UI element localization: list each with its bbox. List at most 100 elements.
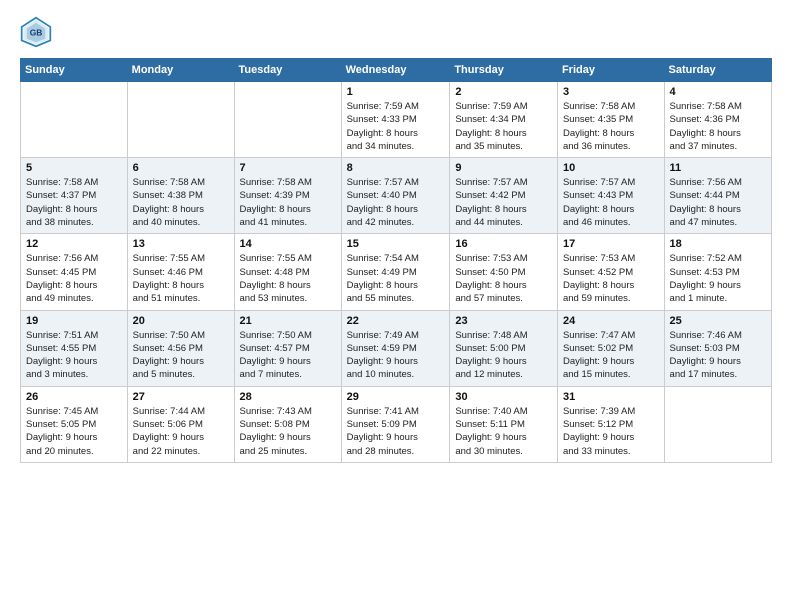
day-number: 14 xyxy=(240,238,336,250)
day-number: 4 xyxy=(670,86,766,98)
empty-cell xyxy=(234,82,341,158)
day-number: 8 xyxy=(347,162,445,174)
day-number: 25 xyxy=(670,315,766,327)
day-cell-1: 1 Sunrise: 7:59 AM Sunset: 4:33 PM Daylig… xyxy=(341,82,450,158)
day-number: 24 xyxy=(563,315,659,327)
day-info: Sunrise: 7:44 AM Sunset: 5:06 PM Dayligh… xyxy=(133,405,229,458)
day-cell-27: 27 Sunrise: 7:44 AM Sunset: 5:06 PM Dayli… xyxy=(127,386,234,462)
day-info: Sunrise: 7:56 AM Sunset: 4:44 PM Dayligh… xyxy=(670,176,766,229)
day-info: Sunrise: 7:49 AM Sunset: 4:59 PM Dayligh… xyxy=(347,329,445,382)
day-cell-6: 6 Sunrise: 7:58 AM Sunset: 4:38 PM Daylig… xyxy=(127,158,234,234)
day-info: Sunrise: 7:48 AM Sunset: 5:00 PM Dayligh… xyxy=(455,329,552,382)
day-number: 10 xyxy=(563,162,659,174)
day-number: 22 xyxy=(347,315,445,327)
day-number: 19 xyxy=(26,315,122,327)
empty-cell xyxy=(127,82,234,158)
day-cell-23: 23 Sunrise: 7:48 AM Sunset: 5:00 PM Dayli… xyxy=(450,310,558,386)
day-number: 23 xyxy=(455,315,552,327)
day-cell-7: 7Sunrise: 7:58 AM Sunset: 4:39 PM Daylig… xyxy=(234,158,341,234)
day-info: Sunrise: 7:59 AM Sunset: 4:33 PM Dayligh… xyxy=(347,100,445,153)
weekday-header-thursday: Thursday xyxy=(450,59,558,82)
day-number: 30 xyxy=(455,391,552,403)
day-number: 12 xyxy=(26,238,122,250)
day-number: 29 xyxy=(347,391,445,403)
day-number: 13 xyxy=(133,238,229,250)
day-info: Sunrise: 7:50 AM Sunset: 4:57 PM Dayligh… xyxy=(240,329,336,382)
day-info: Sunrise: 7:46 AM Sunset: 5:03 PM Dayligh… xyxy=(670,329,766,382)
day-cell-28: 28 Sunrise: 7:43 AM Sunset: 5:08 PM Dayli… xyxy=(234,386,341,462)
day-cell-16: 16 Sunrise: 7:53 AM Sunset: 4:50 PM Dayli… xyxy=(450,234,558,310)
weekday-header-saturday: Saturday xyxy=(664,59,771,82)
weekday-header-monday: Monday xyxy=(127,59,234,82)
day-cell-14: 14 Sunrise: 7:55 AM Sunset: 4:48 PM Dayli… xyxy=(234,234,341,310)
day-info: Sunrise: 7:51 AM Sunset: 4:55 PM Dayligh… xyxy=(26,329,122,382)
day-number: 1 xyxy=(347,86,445,98)
day-info: Sunrise: 7:47 AM Sunset: 5:02 PM Dayligh… xyxy=(563,329,659,382)
day-cell-25: 25 Sunrise: 7:46 AM Sunset: 5:03 PM Dayli… xyxy=(664,310,771,386)
day-number: 17 xyxy=(563,238,659,250)
day-number: 6 xyxy=(133,162,229,174)
day-info: Sunrise: 7:52 AM Sunset: 4:53 PM Dayligh… xyxy=(670,252,766,305)
week-row-5: 26 Sunrise: 7:45 AM Sunset: 5:05 PM Dayli… xyxy=(21,386,772,462)
day-cell-24: 24 Sunrise: 7:47 AM Sunset: 5:02 PM Dayli… xyxy=(557,310,664,386)
day-number: 28 xyxy=(240,391,336,403)
day-cell-4: 4Sunrise: 7:58 AM Sunset: 4:36 PM Daylig… xyxy=(664,82,771,158)
day-cell-22: 22 Sunrise: 7:49 AM Sunset: 4:59 PM Dayli… xyxy=(341,310,450,386)
day-cell-10: 10Sunrise: 7:57 AM Sunset: 4:43 PM Dayli… xyxy=(557,158,664,234)
weekday-header-row: SundayMondayTuesdayWednesdayThursdayFrid… xyxy=(21,59,772,82)
day-info: Sunrise: 7:39 AM Sunset: 5:12 PM Dayligh… xyxy=(563,405,659,458)
day-info: Sunrise: 7:58 AM Sunset: 4:37 PM Dayligh… xyxy=(26,176,122,229)
day-info: Sunrise: 7:40 AM Sunset: 5:11 PM Dayligh… xyxy=(455,405,552,458)
day-number: 21 xyxy=(240,315,336,327)
day-info: Sunrise: 7:57 AM Sunset: 4:42 PM Dayligh… xyxy=(455,176,552,229)
logo: GB xyxy=(20,16,56,48)
day-cell-13: 13Sunrise: 7:55 AM Sunset: 4:46 PM Dayli… xyxy=(127,234,234,310)
day-number: 9 xyxy=(455,162,552,174)
day-info: Sunrise: 7:58 AM Sunset: 4:35 PM Dayligh… xyxy=(563,100,659,153)
day-number: 7 xyxy=(240,162,336,174)
week-row-3: 12 Sunrise: 7:56 AM Sunset: 4:45 PM Dayli… xyxy=(21,234,772,310)
day-info: Sunrise: 7:41 AM Sunset: 5:09 PM Dayligh… xyxy=(347,405,445,458)
day-info: Sunrise: 7:54 AM Sunset: 4:49 PM Dayligh… xyxy=(347,252,445,305)
page: GB SundayMondayTuesdayWednesdayThursdayF… xyxy=(0,0,792,612)
day-info: Sunrise: 7:43 AM Sunset: 5:08 PM Dayligh… xyxy=(240,405,336,458)
day-number: 20 xyxy=(133,315,229,327)
day-number: 27 xyxy=(133,391,229,403)
day-cell-5: 5Sunrise: 7:58 AM Sunset: 4:37 PM Daylig… xyxy=(21,158,128,234)
day-cell-8: 8 Sunrise: 7:57 AM Sunset: 4:40 PM Daylig… xyxy=(341,158,450,234)
day-info: Sunrise: 7:58 AM Sunset: 4:38 PM Dayligh… xyxy=(133,176,229,229)
day-number: 15 xyxy=(347,238,445,250)
weekday-header-sunday: Sunday xyxy=(21,59,128,82)
day-cell-15: 15 Sunrise: 7:54 AM Sunset: 4:49 PM Dayli… xyxy=(341,234,450,310)
day-cell-9: 9 Sunrise: 7:57 AM Sunset: 4:42 PM Daylig… xyxy=(450,158,558,234)
day-number: 31 xyxy=(563,391,659,403)
day-info: Sunrise: 7:53 AM Sunset: 4:50 PM Dayligh… xyxy=(455,252,552,305)
week-row-2: 5Sunrise: 7:58 AM Sunset: 4:37 PM Daylig… xyxy=(21,158,772,234)
day-cell-29: 29 Sunrise: 7:41 AM Sunset: 5:09 PM Dayli… xyxy=(341,386,450,462)
day-cell-30: 30 Sunrise: 7:40 AM Sunset: 5:11 PM Dayli… xyxy=(450,386,558,462)
svg-text:GB: GB xyxy=(30,27,43,37)
day-cell-11: 11Sunrise: 7:56 AM Sunset: 4:44 PM Dayli… xyxy=(664,158,771,234)
day-cell-3: 3 Sunrise: 7:58 AM Sunset: 4:35 PM Daylig… xyxy=(557,82,664,158)
day-info: Sunrise: 7:55 AM Sunset: 4:48 PM Dayligh… xyxy=(240,252,336,305)
day-cell-17: 17Sunrise: 7:53 AM Sunset: 4:52 PM Dayli… xyxy=(557,234,664,310)
day-cell-12: 12 Sunrise: 7:56 AM Sunset: 4:45 PM Dayli… xyxy=(21,234,128,310)
weekday-header-friday: Friday xyxy=(557,59,664,82)
day-info: Sunrise: 7:57 AM Sunset: 4:40 PM Dayligh… xyxy=(347,176,445,229)
day-cell-18: 18Sunrise: 7:52 AM Sunset: 4:53 PM Dayli… xyxy=(664,234,771,310)
day-info: Sunrise: 7:45 AM Sunset: 5:05 PM Dayligh… xyxy=(26,405,122,458)
day-cell-19: 19 Sunrise: 7:51 AM Sunset: 4:55 PM Dayli… xyxy=(21,310,128,386)
logo-icon: GB xyxy=(20,16,52,48)
day-cell-21: 21 Sunrise: 7:50 AM Sunset: 4:57 PM Dayli… xyxy=(234,310,341,386)
header: GB xyxy=(20,16,772,48)
empty-cell xyxy=(664,386,771,462)
day-info: Sunrise: 7:56 AM Sunset: 4:45 PM Dayligh… xyxy=(26,252,122,305)
day-cell-2: 2Sunrise: 7:59 AM Sunset: 4:34 PM Daylig… xyxy=(450,82,558,158)
week-row-4: 19 Sunrise: 7:51 AM Sunset: 4:55 PM Dayli… xyxy=(21,310,772,386)
day-number: 26 xyxy=(26,391,122,403)
weekday-header-tuesday: Tuesday xyxy=(234,59,341,82)
day-cell-20: 20Sunrise: 7:50 AM Sunset: 4:56 PM Dayli… xyxy=(127,310,234,386)
day-number: 16 xyxy=(455,238,552,250)
day-number: 3 xyxy=(563,86,659,98)
calendar-table: SundayMondayTuesdayWednesdayThursdayFrid… xyxy=(20,58,772,463)
